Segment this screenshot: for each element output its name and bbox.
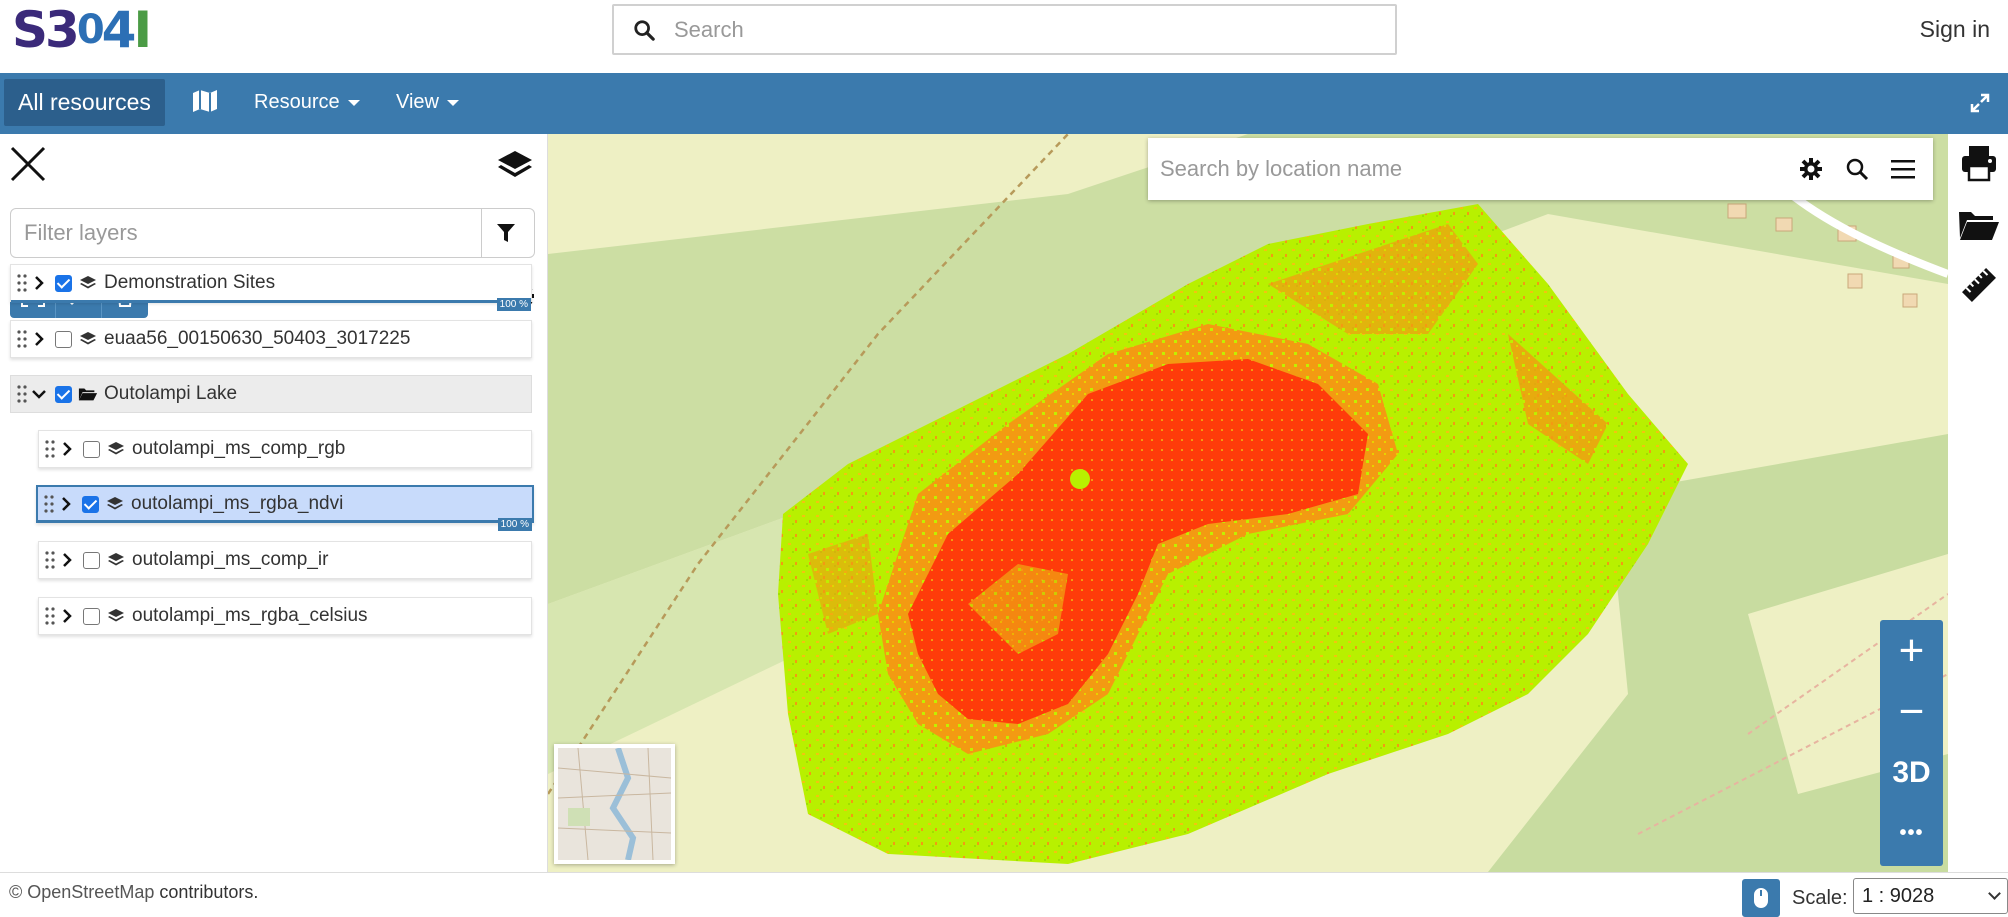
layer-icon [106,608,126,624]
chevron-right-icon[interactable] [57,608,77,624]
close-icon[interactable] [10,146,46,187]
site-logo[interactable]: S304I [12,1,152,59]
folder-open-icon [78,386,98,402]
footer: © OpenStreetMap contributors. Scale: 1 :… [0,872,2008,917]
opacity-value: 100 % [497,518,532,531]
layer-icon [105,496,125,512]
view-menu[interactable]: View [396,91,459,114]
mouse-position-button[interactable] [1742,879,1780,917]
resource-menu-label: Resource [254,91,340,113]
filter-icon[interactable] [481,209,529,257]
map-canvas[interactable]: + − 3D ••• [548,134,1948,872]
overview-minimap[interactable] [554,744,675,864]
layer-label: outolampi_ms_comp_ir [132,549,329,570]
location-search [1148,138,1933,200]
search-icon[interactable] [614,19,674,41]
top-header: S304I Sign in [0,0,2008,73]
map-attribution: © OpenStreetMap contributors. [9,882,258,903]
chevron-right-icon[interactable] [29,331,49,347]
layer-row[interactable]: outolampi_ms_comp_ir [38,541,532,579]
layer-visibility-checkbox[interactable] [82,495,99,513]
scale-select[interactable]: 1 : 9028 [1853,878,2008,914]
zoom-in-button[interactable]: + [1880,620,1943,681]
drag-handle-icon[interactable] [42,494,56,514]
layer-icon [78,275,98,291]
layer-icon [106,552,126,568]
layer-label: outolampi_ms_rgba_celsius [132,605,368,626]
global-search [612,4,1397,55]
search-input[interactable] [674,16,1374,43]
layers-panel: Demonstration Sites 100 % euaa56_00150630_… [0,134,548,872]
view-menu-label: View [396,91,439,113]
layer-row[interactable]: outolampi_ms_rgba_ndvi 100 % [36,485,534,531]
ruler-icon[interactable] [1958,264,2000,306]
layer-label: euaa56_00150630_50403_3017225 [104,328,411,349]
drag-handle-icon[interactable] [43,439,57,459]
chevron-right-icon[interactable] [56,496,76,512]
resource-menu[interactable]: Resource [254,91,360,114]
map-tiles [548,134,1948,872]
drag-handle-icon[interactable] [15,329,29,349]
caret-down-icon [447,99,459,106]
layer-label: outolampi_ms_rgba_ndvi [131,493,344,514]
layer-label: Outolampi Lake [104,383,238,404]
chevron-right-icon[interactable] [57,441,77,457]
print-icon[interactable] [1958,142,2000,184]
search-icon[interactable] [1834,157,1880,181]
drag-handle-icon[interactable] [15,273,29,293]
layers-icon [496,148,534,189]
filter-layers [10,208,535,258]
osm-link[interactable]: © OpenStreetMap [9,882,154,902]
opacity-slider[interactable] [11,300,531,303]
drag-handle-icon[interactable] [15,384,29,404]
chevron-right-icon[interactable] [29,275,49,291]
attribution-text: contributors. [154,882,259,902]
chevron-down-icon [1988,887,2001,900]
layer-visibility-checkbox[interactable] [83,440,100,458]
scale-value: 1 : 9028 [1862,885,1935,907]
hamburger-menu-icon[interactable] [1880,159,1926,179]
mouse-icon [1754,888,1768,908]
layer-visibility-checkbox[interactable] [83,551,100,569]
drag-handle-icon[interactable] [43,606,57,626]
layer-row[interactable]: Demonstration Sites 100 % [10,264,532,311]
opacity-slider[interactable] [38,520,532,523]
scale-label: Scale: [1792,887,1848,909]
zoom-out-button[interactable]: − [1880,681,1943,742]
zoom-controls: + − 3D ••• [1880,620,1943,866]
chevron-right-icon[interactable] [57,552,77,568]
caret-down-icon [347,99,360,106]
layer-label: outolampi_ms_comp_rgb [132,438,346,459]
layer-row[interactable]: outolampi_ms_rgba_celsius [38,597,532,635]
map-icon[interactable] [192,89,218,118]
filter-layers-input[interactable] [11,220,481,246]
gear-icon[interactable] [1788,157,1834,181]
right-toolbar [1948,134,2008,872]
layer-icon [78,331,98,347]
layer-group-row[interactable]: Outolampi Lake [10,375,532,413]
layer-visibility-checkbox[interactable] [55,385,72,403]
chevron-down-icon[interactable] [29,389,49,399]
layer-icon [106,441,126,457]
folder-open-icon[interactable] [1958,204,2000,246]
layer-visibility-checkbox[interactable] [83,607,100,625]
opacity-value: 100 % [496,298,531,311]
layer-visibility-checkbox[interactable] [55,274,72,292]
layer-visibility-checkbox[interactable] [55,330,72,348]
sign-in-link[interactable]: Sign in [1920,16,1990,43]
location-search-input[interactable] [1148,156,1788,182]
layer-row[interactable]: euaa56_00150630_50403_3017225 [10,320,532,358]
3d-mode-button[interactable]: 3D [1880,742,1943,803]
expand-icon[interactable] [1970,93,1990,118]
nav-bar: All resources Resource View [0,73,2008,134]
layer-row[interactable]: outolampi_ms_comp_rgb [38,430,532,468]
layer-label: Demonstration Sites [104,272,276,293]
drag-handle-icon[interactable] [43,550,57,570]
more-options-button[interactable]: ••• [1880,803,1943,864]
all-resources-button[interactable]: All resources [4,79,165,126]
